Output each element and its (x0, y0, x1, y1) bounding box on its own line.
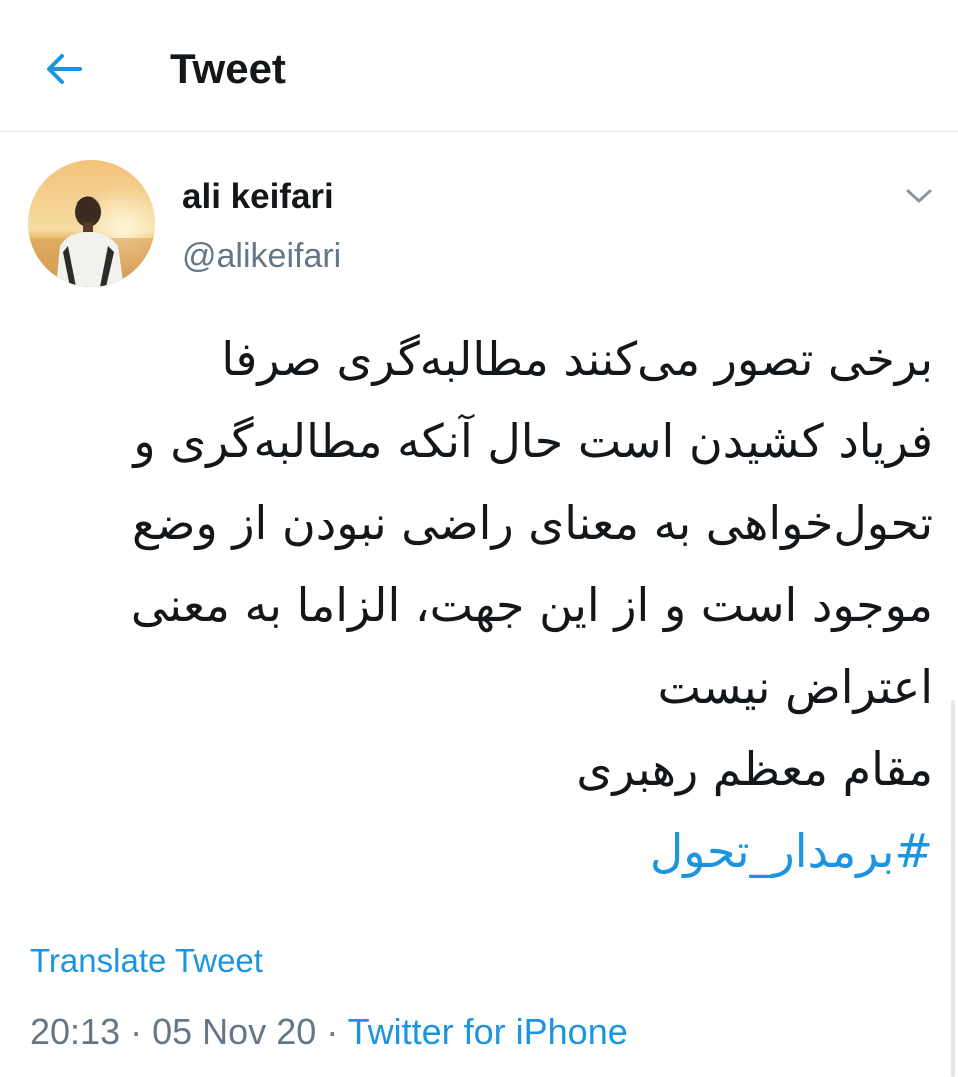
author-handle[interactable]: @alikeifari (182, 235, 341, 277)
tweet-time: 20:13 (30, 1011, 121, 1052)
page-title: Tweet (170, 45, 286, 92)
tweet-options-button[interactable] (897, 178, 941, 214)
profile-photo (28, 160, 155, 287)
tweet-text-line: مقام معظم رهبری (576, 742, 933, 796)
hashtag-link[interactable]: #برمدار_تحول (28, 810, 933, 892)
tweet-metadata: 20:13 · 05 Nov 20 · Twitter for iPhone (30, 1010, 628, 1054)
tweet-text-line: فریاد کشیدن است حال آنکه مطالبه‌گری و (133, 414, 933, 468)
translate-tweet-link[interactable]: Translate Tweet (30, 940, 263, 982)
tweet-text-line: موجود است و از این جهت، الزاما به معنی (130, 578, 933, 632)
scrollbar[interactable] (951, 700, 955, 1077)
meta-separator: · (130, 1011, 143, 1052)
chevron-down-icon (906, 189, 932, 203)
avatar[interactable] (28, 160, 155, 287)
tweet-source-link[interactable]: Twitter for iPhone (348, 1011, 628, 1052)
tweet-date: 05 Nov 20 (152, 1011, 317, 1052)
tweet-body: برخی تصور می‌کنند مطالبه‌گری صرفا فریاد … (28, 318, 933, 892)
tweet-text-line: برخی تصور می‌کنند مطالبه‌گری صرفا (221, 332, 933, 386)
author-display-name[interactable]: ali keifari (182, 176, 334, 218)
tweet-text-line: تحول‌خواهی به معنای راضی نبودن از وضع (131, 496, 933, 550)
arrow-left-icon (47, 54, 82, 84)
top-bar: Tweet (0, 0, 958, 132)
tweet-text-line: اعتراض نیست (657, 660, 933, 714)
back-button[interactable] (38, 45, 90, 93)
meta-separator: · (326, 1011, 339, 1052)
